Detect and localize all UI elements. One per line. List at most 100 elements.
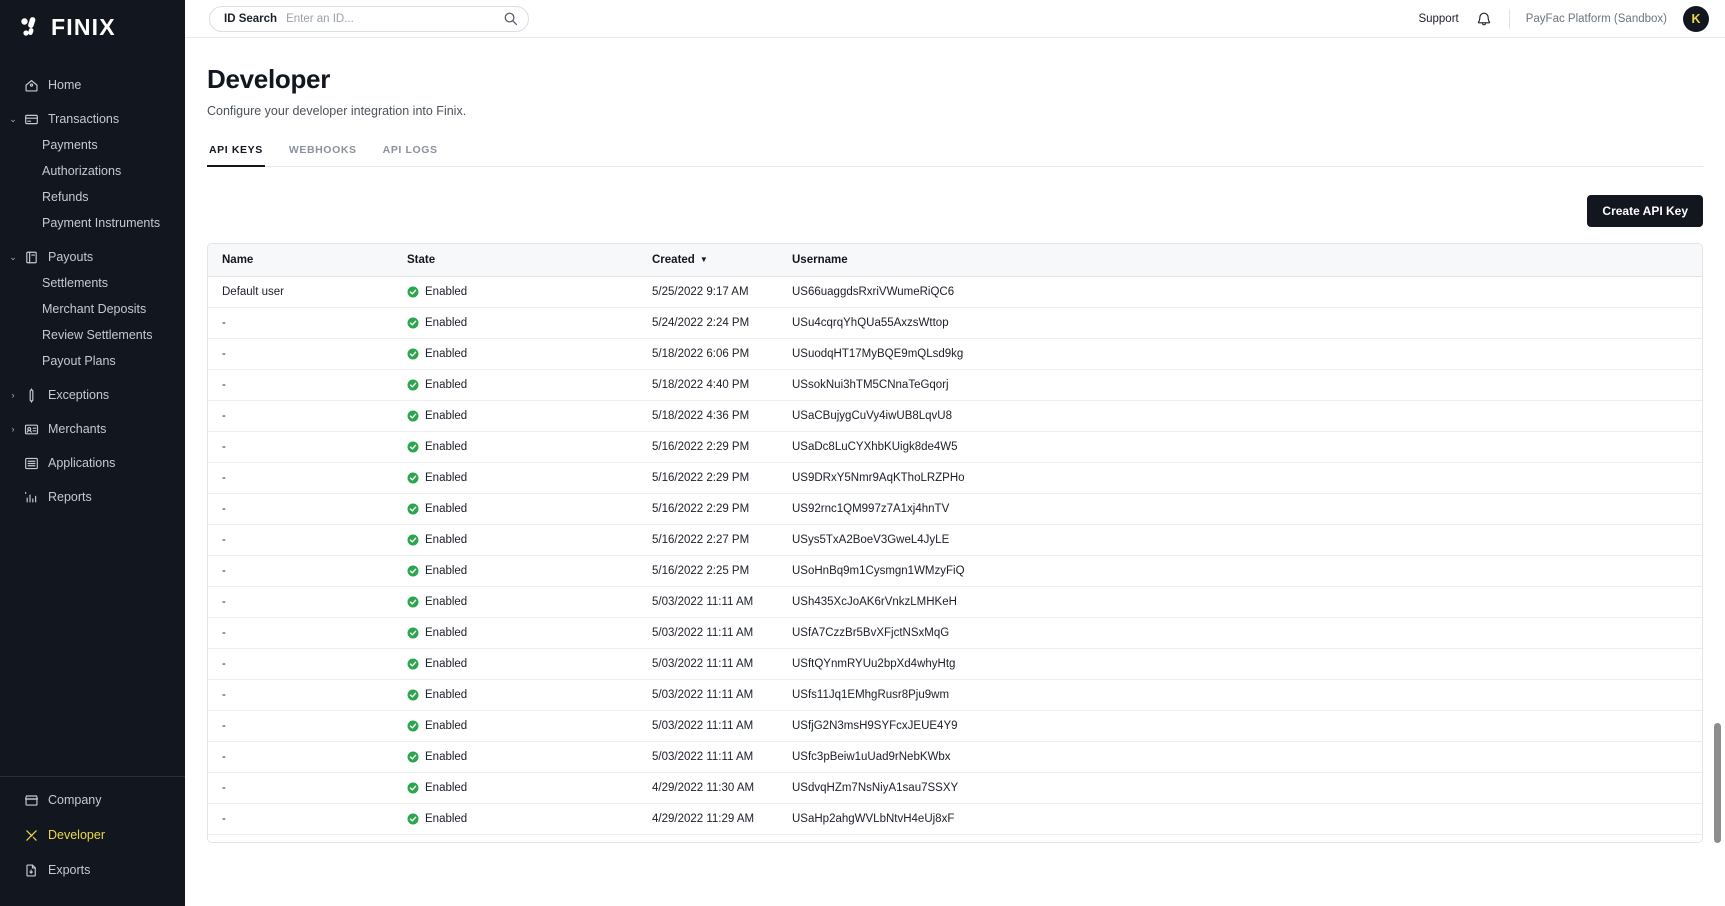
table-row[interactable]: -Enabled4/29/2022 11:29 AMUSax9F1BwFD8U5… xyxy=(208,834,1702,842)
column-header-name[interactable]: Name xyxy=(208,244,393,277)
column-header-created[interactable]: Created ▼ xyxy=(638,244,778,277)
table-row[interactable]: - Enabled 5/18/2022 4:36 PM USaCBujygCuVy4i… xyxy=(208,400,1702,432)
sidebar-item-reports[interactable]: Reports xyxy=(0,484,185,510)
account-name[interactable]: PayFac Platform (Sandbox) xyxy=(1526,13,1667,25)
cell-name: - xyxy=(208,741,393,773)
check-circle-icon xyxy=(407,751,419,763)
cell-username: US92rnc1QM997z7A1xj4hnTV xyxy=(778,493,1702,525)
page-scrollbar[interactable] xyxy=(1714,368,1721,906)
store-icon xyxy=(20,793,42,808)
table-row[interactable]: - Enabled 5/16/2022 2:25 PM USoHnBq9m1Cysmg… xyxy=(208,555,1702,587)
sidebar-bottom-nav: Company Developer Exports xyxy=(0,776,185,906)
sidebar-item-settlements[interactable]: Settlements xyxy=(0,270,185,296)
avatar[interactable]: K xyxy=(1683,5,1709,32)
cell-state: Enabled xyxy=(393,369,638,401)
credit-card-icon xyxy=(20,112,42,127)
tab-api-logs[interactable]: API LOGS xyxy=(381,144,440,167)
cell-state: Enabled xyxy=(393,586,638,618)
chevron-right-icon[interactable]: › xyxy=(6,424,20,434)
state-label: Enabled xyxy=(425,410,468,422)
chevron-right-icon[interactable]: › xyxy=(6,390,20,400)
chevron-down-icon[interactable]: ⌄ xyxy=(6,114,20,125)
search-label: ID Search xyxy=(224,12,278,25)
sidebar-item-home[interactable]: Home xyxy=(0,72,185,98)
sidebar-item-label: Exceptions xyxy=(48,388,110,402)
cell-name: - xyxy=(208,431,393,463)
sidebar-item-payout-plans[interactable]: Payout Plans xyxy=(0,348,185,374)
cell-state: Enabled xyxy=(393,555,638,587)
brand[interactable]: FINIX xyxy=(0,8,185,46)
sidebar-item-merchants[interactable]: › Merchants xyxy=(0,416,185,442)
table-row[interactable]: - Enabled 5/03/2022 11:11 AM USftQYnmRYUu2b… xyxy=(208,648,1702,680)
sidebar-item-refunds[interactable]: Refunds xyxy=(0,184,185,210)
sidebar-item-label: Payments xyxy=(42,138,98,152)
state-label: Enabled xyxy=(425,472,468,484)
chevron-down-icon[interactable]: ⌄ xyxy=(6,252,20,263)
sidebar-item-developer[interactable]: Developer xyxy=(0,822,185,848)
id-search-box[interactable]: ID Search xyxy=(209,5,529,32)
tab-webhooks[interactable]: WEBHOOKS xyxy=(287,144,359,167)
check-circle-icon xyxy=(407,286,419,298)
bell-icon[interactable] xyxy=(1475,10,1493,28)
table-row[interactable]: - Enabled 5/03/2022 11:11 AM USfc3pBeiw1uUa… xyxy=(208,741,1702,773)
sidebar-item-authorizations[interactable]: Authorizations xyxy=(0,158,185,184)
cell-created: 5/16/2022 2:29 PM xyxy=(638,462,778,494)
sort-desc-icon: ▼ xyxy=(699,255,708,265)
sidebar-item-transactions[interactable]: ⌄ Transactions xyxy=(0,106,185,132)
cell-state: Enabled xyxy=(393,307,638,339)
cell-name: - xyxy=(208,369,393,401)
sidebar-item-company[interactable]: Company xyxy=(0,787,185,813)
table-row[interactable]: - Enabled 4/29/2022 11:29 AM USaHp2ahgWVLbN… xyxy=(208,803,1702,835)
check-circle-icon xyxy=(407,534,419,546)
cell-created: 5/03/2022 11:11 AM xyxy=(638,741,778,773)
table-row[interactable]: - Enabled 5/03/2022 11:11 AM USh435XcJoAK6r… xyxy=(208,586,1702,618)
create-api-key-button[interactable]: Create API Key xyxy=(1587,195,1703,227)
search-icon[interactable] xyxy=(503,11,518,26)
table-row[interactable]: - Enabled 5/03/2022 11:11 AM USfs11Jq1EMhgR… xyxy=(208,679,1702,711)
sidebar-item-applications[interactable]: Applications xyxy=(0,450,185,476)
table-row[interactable]: - Enabled 4/29/2022 11:30 AM USdvqHZm7NsNiy… xyxy=(208,772,1702,804)
support-link[interactable]: Support xyxy=(1418,13,1458,25)
sidebar-item-label: Company xyxy=(48,793,102,807)
cell-created: 5/18/2022 6:06 PM xyxy=(638,338,778,370)
check-circle-icon xyxy=(407,410,419,422)
column-header-state[interactable]: State xyxy=(393,244,638,277)
cell-username: USsokNui3hTM5CNnaTeGqorj xyxy=(778,369,1702,401)
sidebar-item-label: Settlements xyxy=(42,276,109,290)
sidebar-item-payouts[interactable]: ⌄ Payouts xyxy=(0,244,185,270)
bar-chart-icon xyxy=(20,490,42,505)
table-row[interactable]: - Enabled 5/16/2022 2:29 PM USaDc8LuCYXhbKU… xyxy=(208,431,1702,463)
search-input[interactable] xyxy=(286,12,503,25)
sidebar-item-merchant-deposits[interactable]: Merchant Deposits xyxy=(0,296,185,322)
cell-name: - xyxy=(208,400,393,432)
table-row[interactable]: - Enabled 5/24/2022 2:24 PM USu4cqrqYhQUa55… xyxy=(208,307,1702,339)
column-header-username[interactable]: Username xyxy=(778,244,1702,277)
sidebar-item-exports[interactable]: Exports xyxy=(0,857,185,883)
sidebar-item-review-settlements[interactable]: Review Settlements xyxy=(0,322,185,348)
sidebar-item-payments[interactable]: Payments xyxy=(0,132,185,158)
sidebar-item-exceptions[interactable]: › Exceptions xyxy=(0,382,185,408)
cell-state: Enabled xyxy=(393,648,638,680)
cell-created: 5/03/2022 11:11 AM xyxy=(638,586,778,618)
cell-created: 5/16/2022 2:27 PM xyxy=(638,524,778,556)
table-row[interactable]: - Enabled 5/16/2022 2:27 PM USys5TxA2BoeV3G… xyxy=(208,524,1702,556)
cell-state: Enabled xyxy=(393,741,638,773)
table-row[interactable]: - Enabled 5/16/2022 2:29 PM US9DRxY5Nmr9AqK… xyxy=(208,462,1702,494)
main-area: ID Search Support PayFac Platfor xyxy=(185,0,1725,906)
cell-created: 5/16/2022 2:29 PM xyxy=(638,493,778,525)
table-row[interactable]: - Enabled 5/18/2022 6:06 PM USuodqHT17MyBQE… xyxy=(208,338,1702,370)
sidebar-item-label: Payout Plans xyxy=(42,354,116,368)
state-label: Enabled xyxy=(425,317,468,329)
page-scrollbar-thumb[interactable] xyxy=(1714,723,1721,843)
tab-api-keys[interactable]: API KEYS xyxy=(207,144,265,167)
table-row[interactable]: - Enabled 5/03/2022 11:11 AM USfA7CzzBr5BvX… xyxy=(208,617,1702,649)
sidebar-item-payment-instruments[interactable]: Payment Instruments xyxy=(0,210,185,236)
state-label: Enabled xyxy=(425,751,468,763)
table-row[interactable]: - Enabled 5/03/2022 11:11 AM USfjG2N3msH9SY… xyxy=(208,710,1702,742)
table-row[interactable]: - Enabled 5/18/2022 4:40 PM USsokNui3hTM5CN… xyxy=(208,369,1702,401)
cell-name: - xyxy=(208,586,393,618)
table-row[interactable]: - Enabled 5/16/2022 2:29 PM US92rnc1QM997z7… xyxy=(208,493,1702,525)
page-subtitle: Configure your developer integration int… xyxy=(207,104,467,118)
check-circle-icon xyxy=(407,689,419,701)
table-row[interactable]: Default user Enabled 5/25/2022 9:17 AM US66… xyxy=(208,276,1702,308)
